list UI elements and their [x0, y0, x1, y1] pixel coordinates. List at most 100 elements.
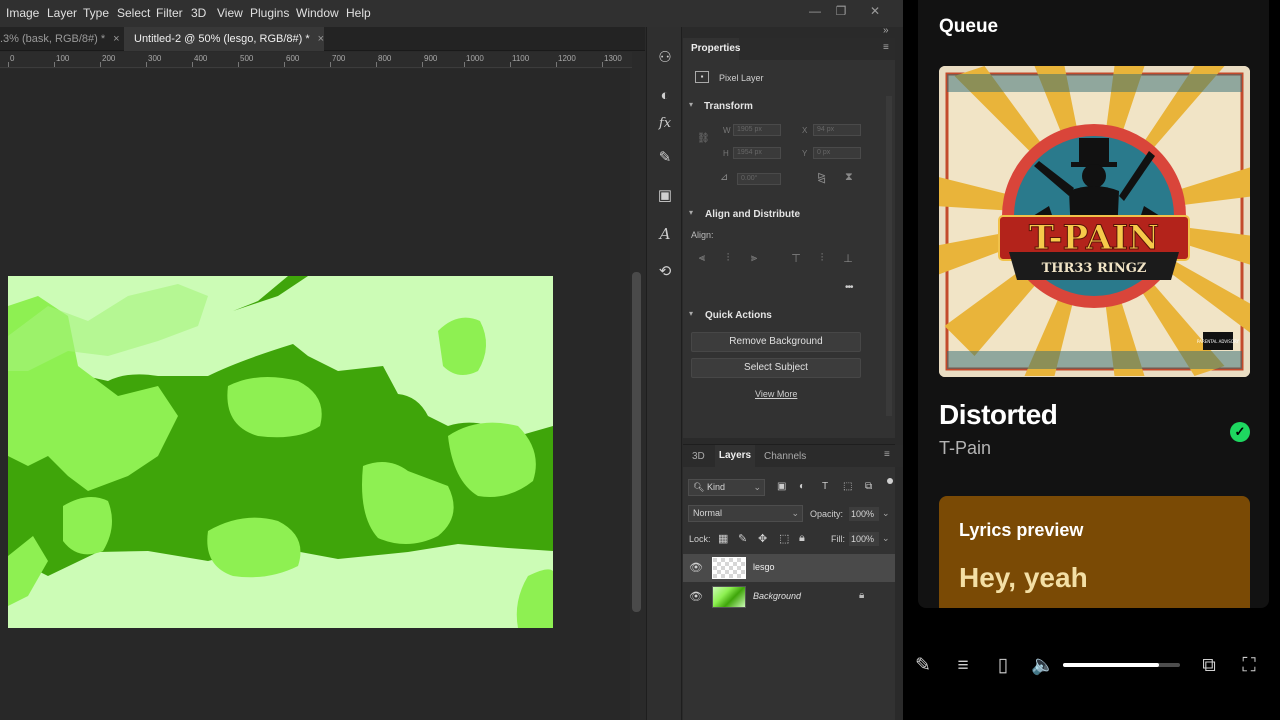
- close-window-button[interactable]: ✕: [864, 2, 886, 20]
- saved-check-icon[interactable]: ✓: [1230, 422, 1250, 442]
- adjustments-icon[interactable]: ◐: [647, 83, 683, 109]
- close-icon[interactable]: ×: [113, 33, 119, 45]
- lock-image-icon[interactable]: ✎: [738, 532, 747, 545]
- tab-untitled-2[interactable]: Untitled-2 @ 50% (lesgo, RGB/8#) * ×: [124, 27, 324, 51]
- visibility-eye-icon[interactable]: 👁︎: [689, 561, 703, 574]
- layer-row-lesgo[interactable]: 👁︎ lesgo: [683, 554, 895, 582]
- select-subject-button[interactable]: Select Subject: [691, 358, 861, 378]
- menu-window[interactable]: Window: [291, 0, 344, 27]
- angle-field[interactable]: 0.00°: [737, 173, 781, 185]
- minimize-button[interactable]: —: [804, 2, 826, 20]
- chevron-down-icon[interactable]: ▾: [689, 208, 693, 217]
- flip-vertical-icon[interactable]: ⧗: [845, 171, 853, 184]
- lock-artboard-icon[interactable]: ⬚: [779, 532, 789, 545]
- align-center-h-icon[interactable]: ⫶: [721, 252, 735, 266]
- styles-fx-icon[interactable]: fx: [647, 111, 683, 137]
- properties-tab-bar: Properties ≡: [683, 38, 895, 60]
- tab-layers[interactable]: Layers: [715, 445, 755, 467]
- song-artist[interactable]: T-Pain: [939, 438, 991, 459]
- menu-plugins[interactable]: Plugins: [245, 0, 294, 27]
- height-field[interactable]: 1954 px: [733, 147, 781, 159]
- filter-adjustment-icon[interactable]: ◐: [799, 481, 805, 492]
- restore-button[interactable]: ❐: [830, 2, 852, 20]
- menu-view[interactable]: View: [212, 0, 248, 27]
- connect-device-icon[interactable]: ▯: [991, 654, 1015, 678]
- tab-channels[interactable]: Channels: [764, 451, 806, 462]
- fill-field[interactable]: 100%: [849, 532, 879, 546]
- flip-horizontal-icon[interactable]: ⧎: [817, 171, 826, 184]
- menu-3d[interactable]: 3D: [186, 0, 211, 27]
- panel-menu-icon[interactable]: ≡: [883, 42, 889, 53]
- miniplayer-icon[interactable]: ⧉: [1197, 654, 1221, 678]
- align-right-icon[interactable]: ⫸: [747, 252, 761, 266]
- album-cover[interactable]: T-PAIN THR33 RINGZ PARENTAL ADVISORY: [939, 66, 1250, 377]
- lyrics-preview-card[interactable]: Lyrics preview Hey, yeah: [939, 496, 1250, 608]
- y-label: Y: [802, 149, 808, 158]
- properties-scrollbar[interactable]: [886, 96, 892, 416]
- layer-name[interactable]: Background: [753, 591, 801, 601]
- chevron-down-icon[interactable]: ⌄: [882, 508, 890, 519]
- menu-help[interactable]: Help: [341, 0, 376, 27]
- chevron-down-icon[interactable]: ⌄: [882, 533, 890, 544]
- layer-name[interactable]: lesgo: [753, 562, 775, 572]
- x-label: X: [802, 126, 808, 135]
- close-icon[interactable]: ×: [318, 33, 324, 45]
- remove-background-button[interactable]: Remove Background: [691, 332, 861, 352]
- filter-pixel-icon[interactable]: ▣: [777, 481, 786, 492]
- more-options-icon[interactable]: •••: [845, 282, 853, 293]
- fullscreen-icon[interactable]: ⛶: [1237, 654, 1261, 678]
- align-bottom-icon[interactable]: ⊥: [841, 252, 855, 266]
- volume-slider[interactable]: [1063, 663, 1180, 667]
- filter-shape-icon[interactable]: ⬚: [843, 481, 852, 492]
- character-icon[interactable]: A: [647, 221, 683, 247]
- scrollbar-thumb[interactable]: [632, 272, 641, 612]
- menu-select[interactable]: Select: [112, 0, 155, 27]
- chevron-down-icon[interactable]: ▾: [689, 100, 693, 109]
- tab-properties[interactable]: Properties: [683, 38, 740, 60]
- x-field[interactable]: 94 px: [813, 124, 861, 136]
- width-field[interactable]: 1905 px: [733, 124, 781, 136]
- opacity-field[interactable]: 100%: [849, 507, 879, 521]
- queue-icon[interactable]: ≡: [951, 654, 975, 678]
- align-left-icon[interactable]: ⫷: [695, 252, 709, 266]
- tab-3d[interactable]: 3D: [692, 451, 705, 462]
- align-top-icon[interactable]: ⊤: [789, 252, 803, 266]
- align-middle-v-icon[interactable]: ⫶: [815, 252, 829, 266]
- history-icon[interactable]: ⟲: [647, 259, 683, 285]
- spotify-window: Queue T-PAIN THR33 RINGZ PARENTAL ADVISO…: [903, 0, 1280, 720]
- menu-type[interactable]: Type: [78, 0, 114, 27]
- clone-source-icon[interactable]: ▣: [647, 183, 683, 209]
- libraries-icon[interactable]: ⚇: [647, 45, 683, 71]
- link-icon[interactable]: ⛓: [697, 133, 710, 144]
- menu-image[interactable]: Image: [1, 0, 44, 27]
- pen-icon[interactable]: ✎: [911, 654, 935, 678]
- document-canvas[interactable]: [8, 276, 553, 628]
- volume-icon[interactable]: 🔈: [1031, 654, 1055, 678]
- menu-layer[interactable]: Layer: [42, 0, 82, 27]
- blend-mode-select[interactable]: Normal ⌄: [688, 505, 803, 522]
- y-field[interactable]: 0 px: [813, 147, 861, 159]
- filter-smart-object-icon[interactable]: ⧉: [865, 481, 872, 492]
- filter-type-icon[interactable]: T: [822, 481, 828, 492]
- panel-menu-icon[interactable]: ≡: [884, 449, 890, 460]
- expand-panels-icon[interactable]: »: [883, 25, 889, 36]
- ruler-label: 700: [332, 54, 346, 63]
- lock-transparent-icon[interactable]: ▦: [718, 532, 728, 545]
- chevron-down-icon: ⌄: [791, 508, 799, 518]
- lock-all-icon[interactable]: 🔒︎: [799, 532, 805, 545]
- tab-label: .3% (bask, RGB/8#) *: [0, 33, 106, 45]
- song-title[interactable]: Distorted: [939, 399, 1058, 431]
- canvas-area[interactable]: [0, 69, 630, 720]
- layers-tab-bar: 3D Layers Channels ≡: [683, 445, 903, 467]
- menu-filter[interactable]: Filter: [151, 0, 188, 27]
- filter-toggle[interactable]: [887, 478, 893, 484]
- filter-kind-select[interactable]: 🔍︎ Kind ⌄: [688, 479, 765, 496]
- lock-icon[interactable]: 🔒︎: [859, 590, 864, 601]
- chevron-down-icon[interactable]: ▾: [689, 309, 693, 318]
- visibility-eye-icon[interactable]: 👁︎: [689, 590, 703, 603]
- view-more-link[interactable]: View More: [755, 389, 797, 399]
- brushes-icon[interactable]: ✎: [647, 145, 683, 171]
- tab-bask[interactable]: .3% (bask, RGB/8#) * ×: [0, 27, 124, 51]
- layer-row-background[interactable]: 👁︎ Background 🔒︎: [683, 583, 895, 611]
- lock-position-icon[interactable]: ✥: [758, 532, 767, 545]
